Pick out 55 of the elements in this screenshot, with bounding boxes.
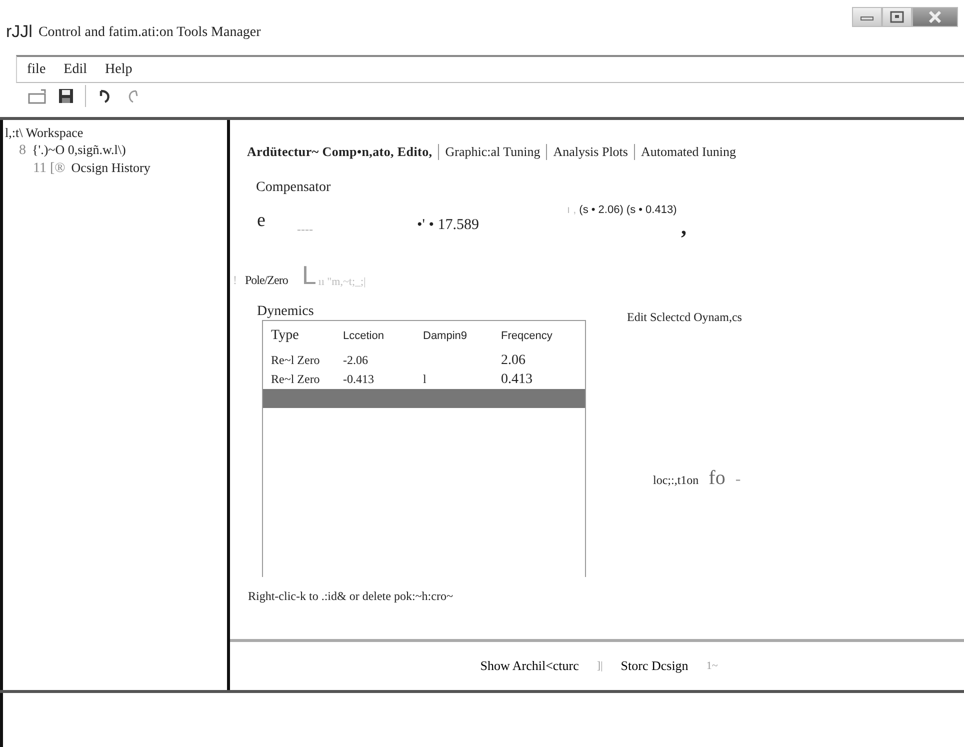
column-header[interactable]: Freqcency — [501, 330, 581, 342]
numerator-text: (s • 2.06) (s • 0.413) — [579, 204, 677, 216]
pole-zero-mark: ! — [233, 273, 237, 288]
pole-zero-glyph: L — [302, 262, 316, 288]
location-value: fo — [708, 467, 726, 490]
tree-item[interactable]: Ocsign History — [71, 159, 150, 176]
table-row[interactable]: Re~l Zero -2.06 2.06 — [263, 351, 585, 370]
footer-button[interactable]: Show Archil<cturc — [476, 656, 583, 676]
separator-mark: 1~ — [706, 660, 718, 672]
tree-item[interactable]: l,:t\ Workspace — [5, 124, 84, 141]
pole-zero-label: Pole/Zero — [245, 273, 288, 288]
gain-value: •' • 17.589 — [417, 217, 480, 234]
column-header[interactable]: Type — [263, 328, 343, 344]
table-cell-text: 2.06 — [501, 352, 526, 368]
location-label: loc;:,t1on — [653, 473, 699, 488]
maximize-icon — [890, 11, 904, 23]
tree-toggle[interactable]: 11 [® — [33, 160, 66, 177]
close-button[interactable] — [912, 7, 958, 27]
compensator-symbol: e — [257, 210, 266, 232]
save-icon[interactable] — [57, 87, 75, 105]
column-header[interactable]: Lccetion — [343, 330, 423, 342]
hint-text: Right-clic-k to .:id& or delete pok:~h:cro~ — [248, 589, 454, 604]
tree-item[interactable]: {'.)~O 0,sigñ.w.l\) — [32, 141, 126, 158]
tree-toggle[interactable]: 8 — [19, 142, 26, 159]
window-title: Control and fatim.ati:on Tools Manager — [38, 24, 261, 40]
menu-item[interactable]: Edil — [64, 62, 87, 78]
formula-mark: ı , — [567, 204, 576, 216]
separator-mark: ]| — [596, 660, 603, 672]
footer-button[interactable]: Storc Dcsign — [616, 656, 692, 676]
faded-text: ıı "m,~t;_;| — [318, 276, 366, 288]
tab[interactable]: Analysis Plots — [553, 142, 628, 162]
maximize-button[interactable] — [882, 7, 912, 27]
table-cell-text: -2.06 — [343, 353, 369, 368]
dash-text: - — [735, 471, 741, 489]
fraction-line: ---- — [297, 222, 314, 237]
tab[interactable]: Ardütectur~ Comp•n,ato, Edito, — [247, 142, 432, 162]
table-cell-text: Re~l Zero — [270, 353, 321, 368]
table-cell-text: Re~l Zero — [270, 372, 321, 387]
table-cell-text: 0.413 — [501, 372, 534, 388]
dynamics-heading: Dynemics — [257, 304, 315, 320]
edit-heading: Edit Sclectcd Oynam,cs — [627, 310, 743, 325]
close-icon — [928, 11, 942, 23]
app-logo: rJJl — [6, 22, 32, 42]
tab[interactable]: Automated Iuning — [640, 142, 736, 162]
table-row[interactable]: Re~l Zero -0.413 l 0.413 — [263, 370, 585, 389]
column-header[interactable]: Dampin9 — [423, 330, 501, 342]
menu-item[interactable]: Help — [105, 62, 132, 78]
table-cell-text: -0.413 — [343, 372, 375, 387]
tab[interactable]: Graphic:al Tuning — [445, 142, 540, 162]
folder-icon[interactable] — [27, 87, 47, 105]
table-cell-text: l — [423, 372, 428, 387]
denominator-text: , — [681, 216, 686, 238]
section-heading: Compensator — [256, 180, 332, 196]
menu-item[interactable]: file — [27, 62, 46, 78]
minimize-button[interactable] — [852, 7, 882, 27]
